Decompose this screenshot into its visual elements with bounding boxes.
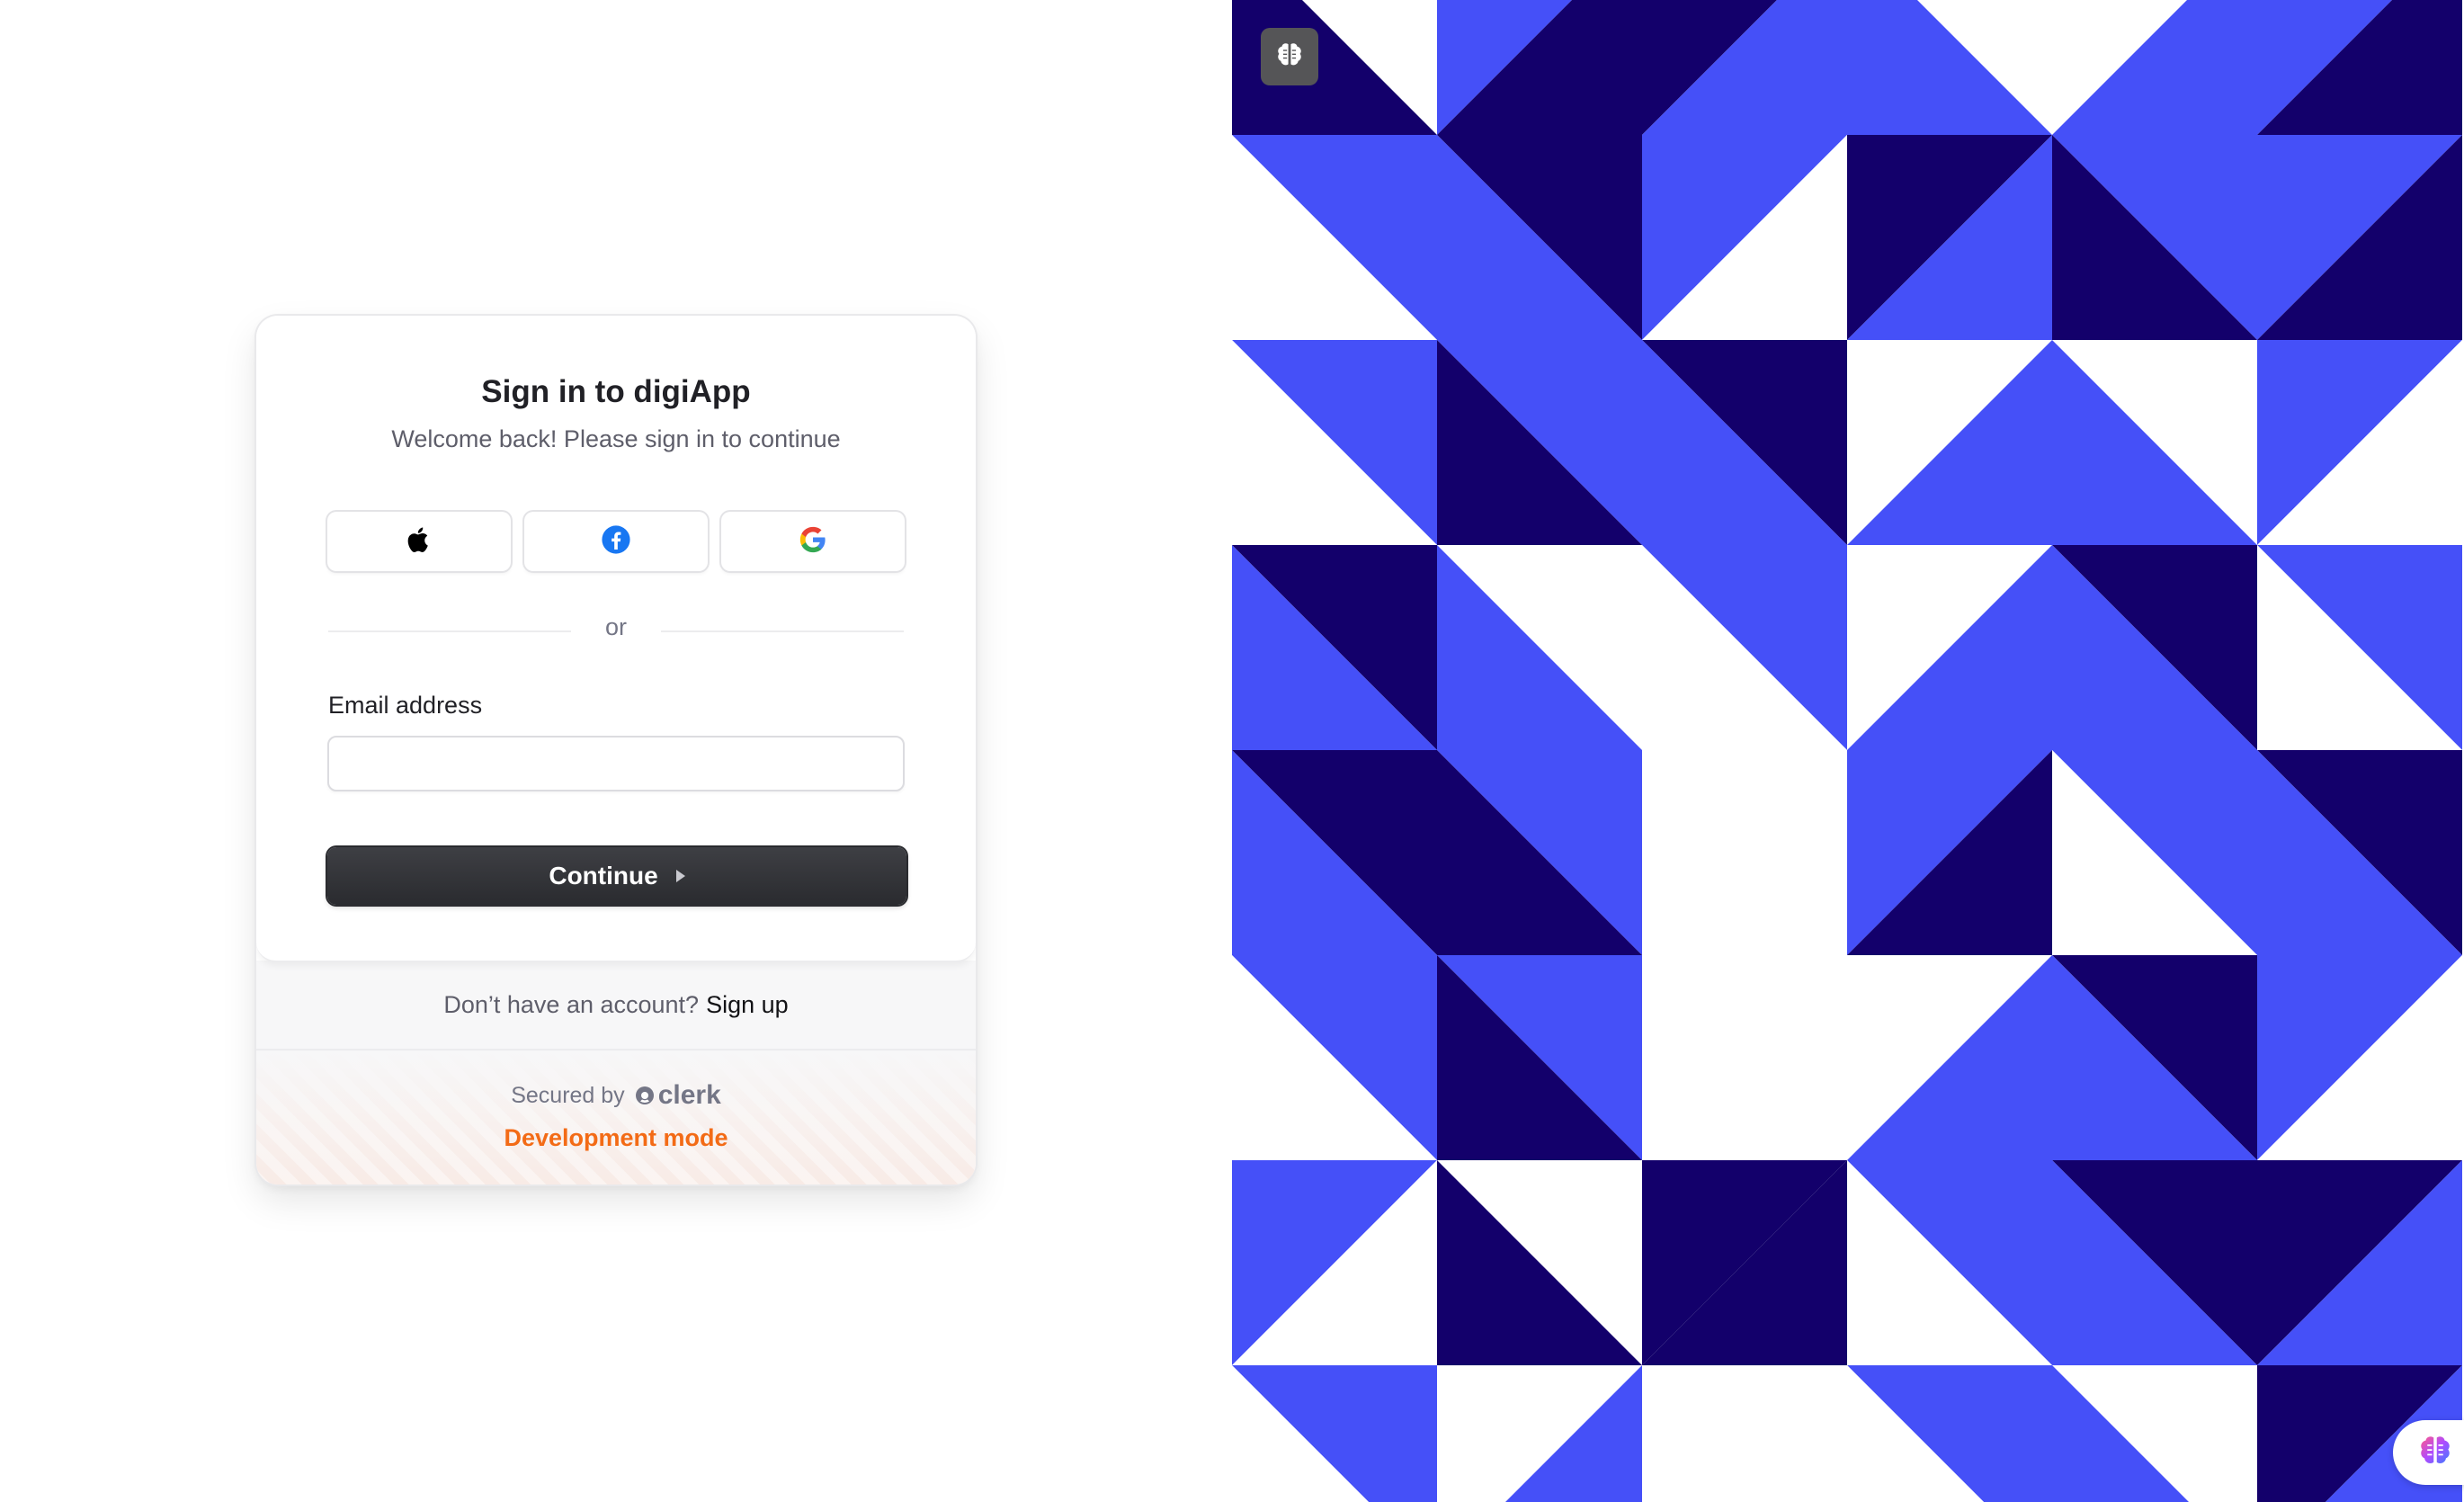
email-label: Email address [328, 692, 483, 719]
signin-card: Sign in to digiApp Welcome back! Please … [256, 316, 976, 1185]
development-mode-label: Development mode [504, 1124, 728, 1151]
clerk-logo[interactable]: clerk [634, 1080, 721, 1111]
google-signin-button[interactable] [721, 512, 905, 571]
facebook-icon [601, 524, 631, 559]
facebook-signin-button[interactable] [524, 512, 708, 571]
divider-left [328, 630, 571, 632]
signin-card-main: Sign in to digiApp Welcome back! Please … [256, 316, 976, 962]
dev-footer: Secured by clerk Development mode [256, 1051, 976, 1185]
continue-label: Continue [549, 862, 658, 890]
divider-text: or [604, 613, 627, 640]
continue-button[interactable]: Continue [327, 847, 906, 905]
google-icon [798, 524, 828, 559]
page-subtitle: Welcome back! Please sign in to continue [391, 425, 841, 452]
page-title: Sign in to digiApp [481, 374, 751, 409]
divider-right [661, 630, 904, 632]
no-account-text: Don’t have an account? [443, 990, 700, 1018]
signup-row: Don’t have an account? Sign up [256, 961, 976, 1051]
secured-by-text: Secured by [511, 1082, 625, 1108]
triangle-right-icon [675, 870, 685, 882]
decorative-pattern-panel [1232, 0, 2464, 1502]
floating-assistant-button[interactable] [2393, 1420, 2464, 1485]
app-logo-badge[interactable] [1261, 28, 1318, 85]
clerk-icon [635, 1086, 654, 1104]
apple-signin-button[interactable] [327, 512, 511, 571]
email-field[interactable] [327, 736, 905, 791]
signup-link[interactable]: Sign up [706, 991, 789, 1019]
left-panel: Sign in to digiApp Welcome back! Please … [0, 0, 1232, 1502]
geometric-pattern [1232, 0, 2462, 1502]
clerk-brand-text: clerk [657, 1080, 721, 1110]
secured-by: Secured by clerk [256, 1080, 976, 1111]
apple-icon [404, 524, 434, 559]
brain-icon [1274, 40, 1305, 75]
brain-icon [2416, 1432, 2454, 1474]
